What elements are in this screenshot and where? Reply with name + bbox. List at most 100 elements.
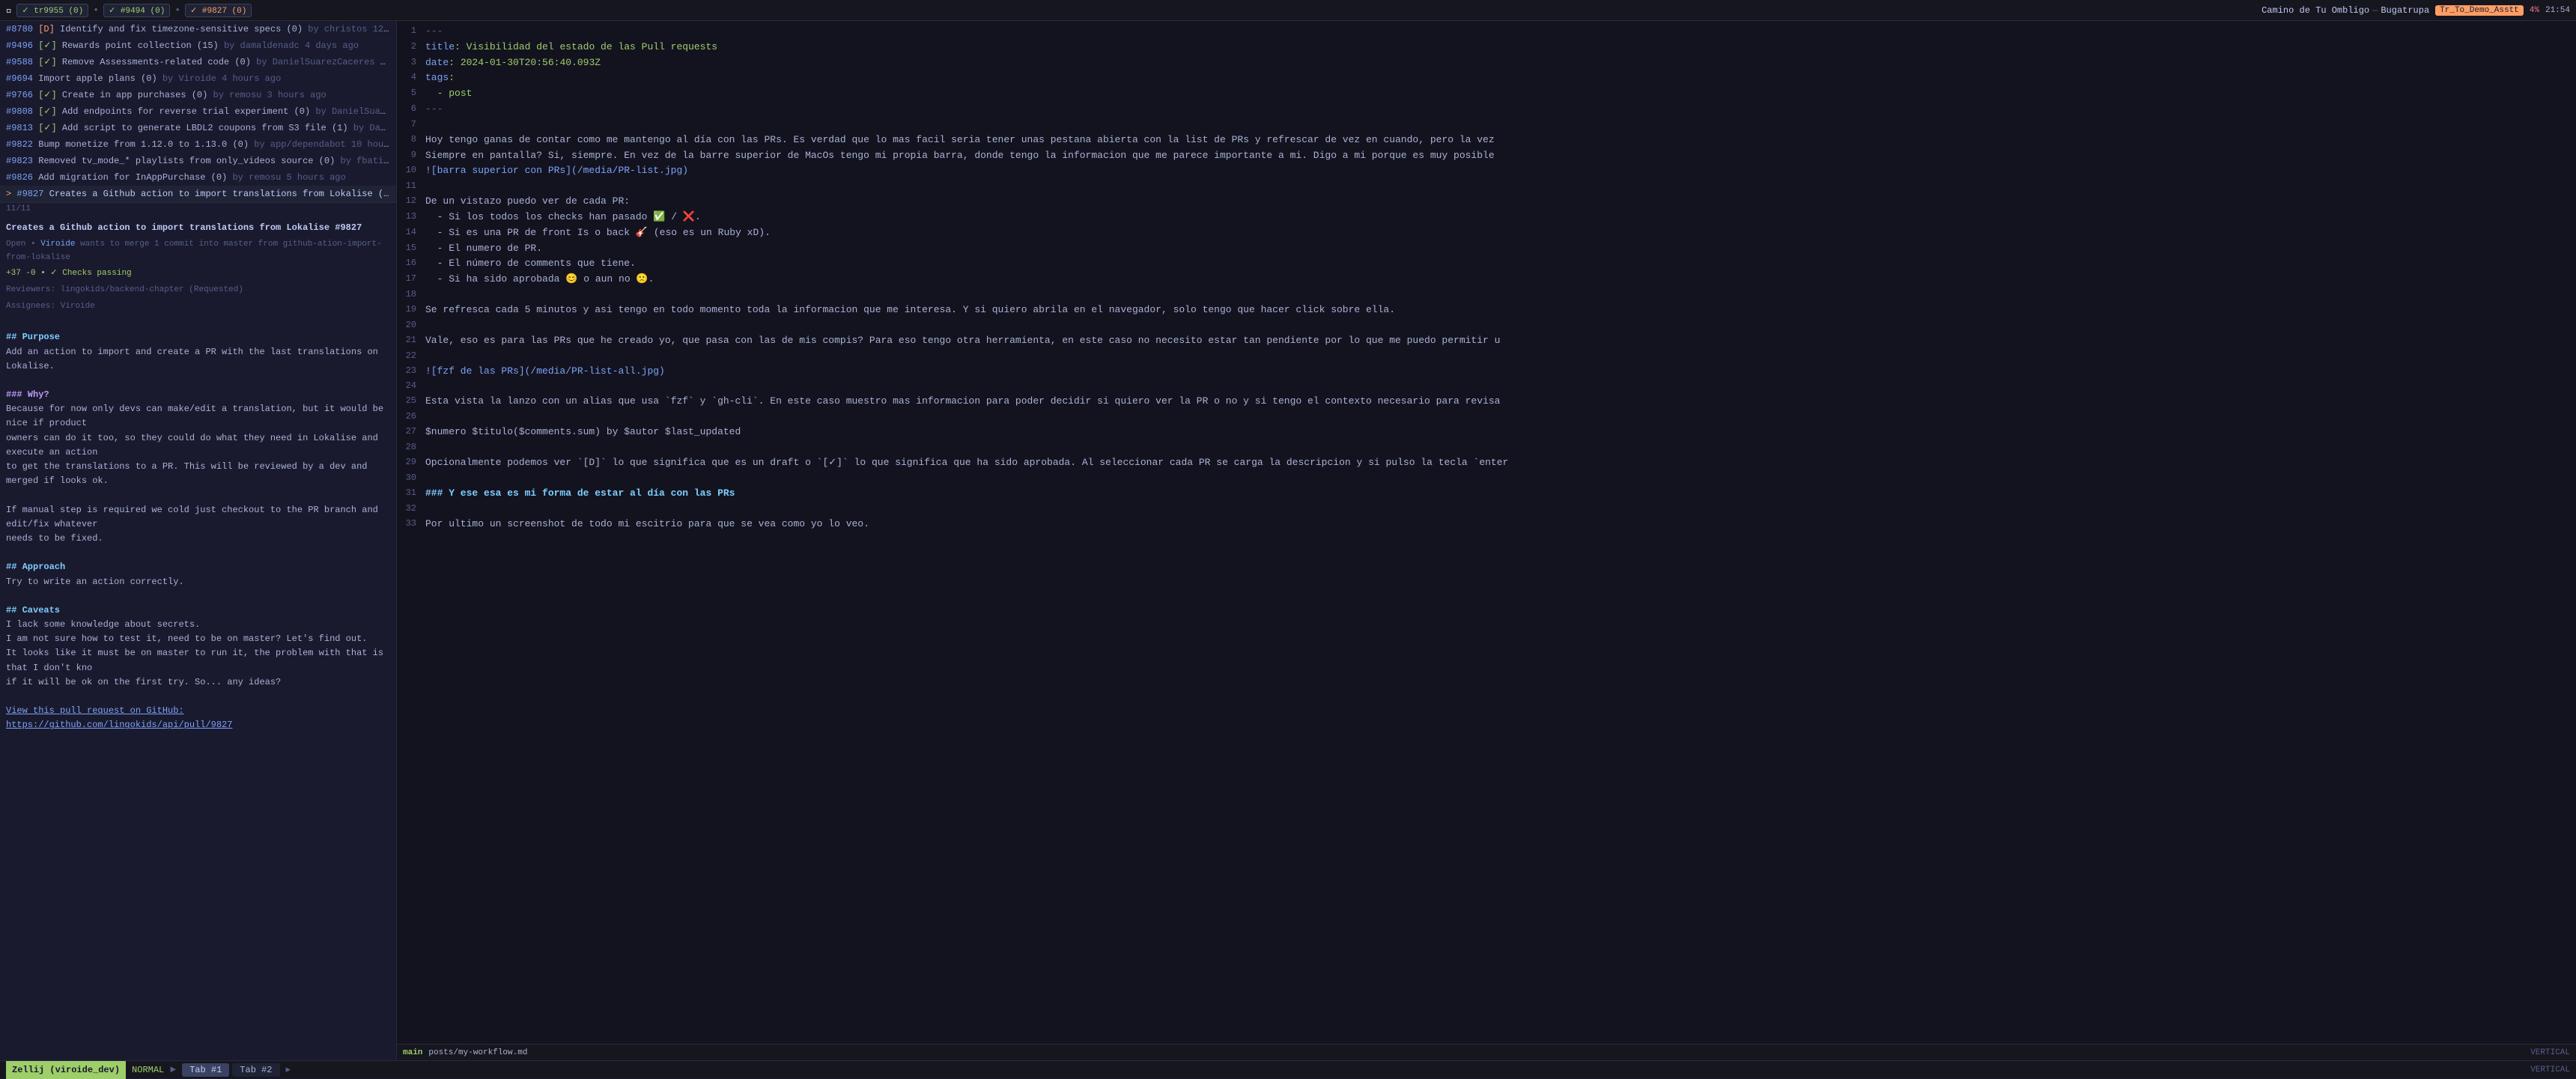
editor-line: 22	[397, 349, 2576, 364]
pr-author: by remosu 3 hours ago	[213, 90, 326, 100]
right-pane: 1---2title: Visibilidad del estado de la…	[397, 21, 2576, 1060]
pr-list-item[interactable]: #9826 Add migration for InAppPurchase (0…	[0, 169, 396, 186]
pr-author: by remosu 5 hours ago	[232, 172, 345, 183]
pr-detail-body: Add an action to import and create a PR …	[6, 345, 390, 374]
status-arrow-1: ►	[170, 1064, 176, 1075]
git-badge-2[interactable]: ✓ #9494 (0)	[103, 4, 170, 17]
pr-detail-body: Because for now only devs can make/edit …	[6, 402, 390, 431]
pr-list-item[interactable]: #9822 Bump monetize from 1.12.0 to 1.13.…	[0, 136, 396, 153]
line-content: Opcionalmente podemos ver `[D]` lo que s…	[425, 455, 2570, 471]
line-number: 24	[403, 379, 425, 393]
pr-counter: 11/11	[0, 203, 396, 215]
editor-line: 32	[397, 502, 2576, 517]
line-number: 30	[403, 471, 425, 485]
git-badge-3[interactable]: ✓ #9827 (0)	[185, 4, 252, 17]
selected-indicator: >	[6, 189, 16, 199]
line-content: Hoy tengo ganas de contar como me manten…	[425, 133, 2570, 148]
pr-detail-title: Creates a Github action to import transl…	[6, 221, 390, 235]
status-right: VERTICAL	[2530, 1066, 2570, 1075]
pr-detail-meta: Open • Viroide wants to merge 1 commit i…	[6, 238, 390, 264]
editor-content[interactable]: 1---2title: Visibilidad del estado de la…	[397, 21, 2576, 1044]
editor-line: 33Por ultimo un screenshot de todo mi es…	[397, 517, 2576, 532]
editor-line: 7	[397, 118, 2576, 133]
pr-tag: [✓]	[38, 40, 62, 51]
editor-line: 4tags:	[397, 70, 2576, 86]
editor-line: 31### Y ese esa es mi forma de estar al …	[397, 486, 2576, 502]
editor-line: 16 - El número de comments que tiene.	[397, 256, 2576, 272]
editor-line: 10![barra superior con PRs](/media/PR-li…	[397, 163, 2576, 179]
pr-section-heading: ## Purpose	[6, 330, 390, 344]
status-arrow-2: ▸	[286, 1064, 291, 1075]
line-content: ### Y ese esa es mi forma de estar al dí…	[425, 486, 2570, 502]
editor-line: 9Siempre en pantalla? Si, siempre. En ve…	[397, 148, 2576, 164]
topbar-left:  ✓ tr9955 (0) • ✓ #9494 (0) • ✓ #9827 (…	[6, 4, 2255, 17]
pr-detail-body: needs to be fixed.	[6, 532, 390, 546]
pr-number: #9813	[6, 123, 33, 133]
battery-status: 4%	[2530, 6, 2539, 15]
pr-list-item[interactable]: #9813 [✓] Add script to generate LBDL2 c…	[0, 120, 396, 136]
app-name: Zellij (viroide_dev)	[6, 1061, 126, 1079]
editor-line: 29Opcionalmente podemos ver `[D]` lo que…	[397, 455, 2576, 471]
pr-list-item[interactable]: #9766 [✓] Create in app purchases (0) by…	[0, 87, 396, 103]
line-content: Se refresca cada 5 minutos y asi tengo e…	[425, 303, 2570, 318]
pr-tag: [✓]	[38, 57, 62, 67]
pr-title: Add endpoints for reverse trial experime…	[62, 106, 310, 117]
pr-number: #8780	[6, 24, 33, 34]
line-content: Esta vista la lanzo con un alias que usa…	[425, 394, 2570, 410]
demo-badge: Tr_To_Demo_Asstt	[2435, 5, 2524, 16]
editor-line: 18	[397, 288, 2576, 303]
pr-detail[interactable]: Creates a Github action to import transl…	[0, 215, 396, 1060]
editor-line: 19Se refresca cada 5 minutos y asi tengo…	[397, 303, 2576, 318]
line-content: date: 2024-01-30T20:56:40.093Z	[425, 55, 2570, 71]
line-number: 21	[403, 333, 425, 347]
line-content: ![barra superior con PRs](/media/PR-list…	[425, 163, 2570, 179]
line-number: 33	[403, 517, 425, 531]
apple-icon: 	[6, 4, 12, 16]
git-badge-1[interactable]: ✓ tr9955 (0)	[16, 4, 88, 17]
status-tab[interactable]: Tab #2	[232, 1063, 279, 1077]
pr-list-item[interactable]: #9808 [✓] Add endpoints for reverse tria…	[0, 103, 396, 120]
pr-list-item[interactable]: #9823 Removed tv_mode_* playlists from o…	[0, 153, 396, 169]
pr-tag: [D]	[38, 24, 60, 34]
editor-line: 1---	[397, 24, 2576, 40]
pr-detail-assignees: Assignees: Viroide	[6, 300, 390, 314]
pr-number: #9822	[6, 139, 33, 150]
line-number: 17	[403, 272, 425, 286]
pr-detail-checks: +37 -0 • ✓ Checks passing	[6, 267, 390, 281]
pr-number: #9826	[6, 172, 33, 183]
editor-line: 17 - Si ha sido aprobada 😊 o aun no 🙁.	[397, 272, 2576, 288]
editor-line: 8Hoy tengo ganas de contar como me mante…	[397, 133, 2576, 148]
pr-detail-body: If manual step is required we cold just …	[6, 503, 390, 532]
line-content: $numero $titulo($comments.sum) by $autor…	[425, 425, 2570, 440]
pr-author: by fbatista 4 hours ago	[341, 156, 397, 166]
editor-line: 5 - post	[397, 86, 2576, 102]
pr-list-item[interactable]: > #9827 Creates a Github action to impor…	[0, 186, 396, 202]
line-number: 18	[403, 288, 425, 302]
pr-list-item[interactable]: #8780 [D] Identify and fix timezone-sens…	[0, 21, 396, 37]
pr-author: by DanielSuarezCaceres 1 month ago	[256, 57, 396, 67]
pr-title: Bump monetize from 1.12.0 to 1.13.0 (0)	[38, 139, 249, 150]
pr-list-item[interactable]: #9588 [✓] Remove Assessments-related cod…	[0, 54, 396, 70]
line-number: 28	[403, 440, 425, 455]
branch-indicator: main	[403, 1048, 422, 1057]
status-tab[interactable]: Tab #1	[182, 1063, 229, 1077]
pr-section-heading: ## Approach	[6, 560, 390, 574]
line-content: title: Visibilidad del estado de las Pul…	[425, 40, 2570, 55]
window-subtitle: Bugatrupa	[2381, 5, 2429, 16]
pr-list: #8780 [D] Identify and fix timezone-sens…	[0, 21, 396, 203]
file-path: posts/my-workflow.md	[428, 1048, 527, 1057]
main-area: #8780 [D] Identify and fix timezone-sens…	[0, 21, 2576, 1060]
editor-line: 30	[397, 471, 2576, 486]
line-content: Vale, eso es para las PRs que he creado …	[425, 333, 2570, 349]
pr-number: #9827	[16, 189, 43, 199]
status-vertical: VERTICAL	[2530, 1066, 2570, 1075]
editor-line: 20	[397, 318, 2576, 333]
status-left: Zellij (viroide_dev) NORMAL ► Tab #1Tab …	[6, 1061, 291, 1079]
line-number: 29	[403, 455, 425, 469]
pr-list-item[interactable]: #9694 Import apple plans (0) by Viroide …	[0, 70, 396, 87]
pr-author: by DanielSuarezCaceres 3 ho...	[315, 106, 396, 117]
pr-github-link[interactable]: View this pull request on GitHub: https:…	[6, 704, 390, 732]
line-number: 26	[403, 410, 425, 424]
divider-1: •	[93, 4, 99, 16]
pr-list-item[interactable]: #9496 [✓] Rewards point collection (15) …	[0, 37, 396, 54]
